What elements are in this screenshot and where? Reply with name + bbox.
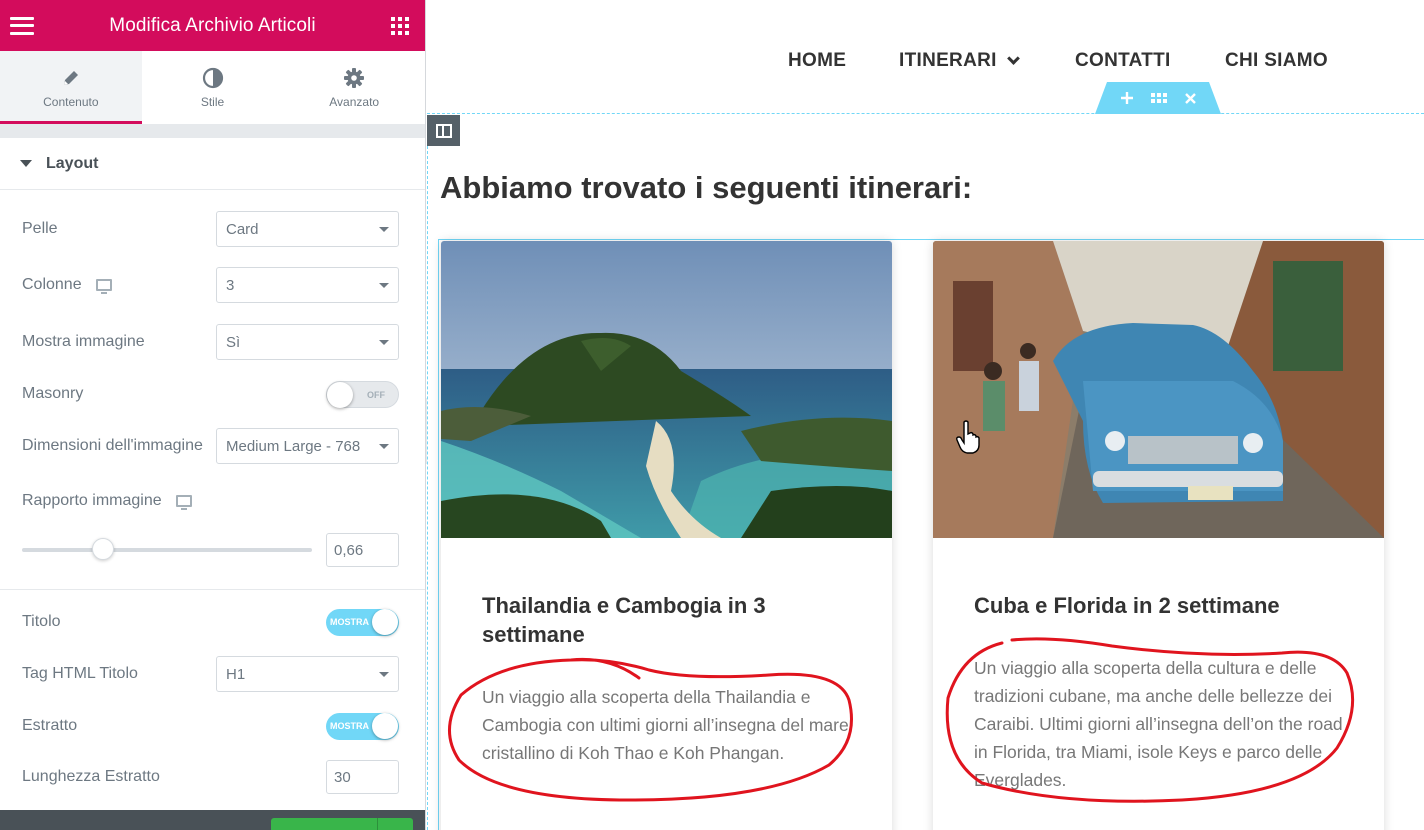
desktop-icon[interactable] (95, 279, 112, 294)
select-value: Card (226, 220, 259, 238)
add-section-icon[interactable] (1120, 92, 1133, 104)
dropdown-arrow-icon (379, 671, 389, 677)
dropdown-arrow-icon (379, 282, 389, 288)
select-value: 3 (226, 276, 235, 294)
panel-title: Modifica Archivio Articoli (109, 14, 316, 36)
masonry-switch[interactable]: OFF (326, 380, 399, 408)
menu-icon[interactable] (10, 16, 34, 35)
dimensioni-select[interactable]: Medium Large - 768 (216, 428, 399, 464)
control-titolo: Titolo MOSTRA (0, 608, 425, 636)
nav-label: ITINERARI (899, 50, 997, 71)
control-label: Rapporto immagine (22, 492, 192, 510)
post-title[interactable]: Thailandia e Cambogia in 3 settimane (482, 591, 852, 649)
control-label: Dimensioni dell'immagine (22, 437, 203, 454)
lunghezza-input[interactable]: 30 (326, 760, 399, 794)
contrast-icon (202, 67, 224, 89)
post-excerpt: Un viaggio alla scoperta della cultura e… (974, 658, 1343, 790)
post-card[interactable]: Cuba e Florida in 2 settimane Un viaggio… (933, 241, 1384, 830)
control-rapporto: Rapporto immagine (0, 489, 425, 513)
nav-itinerari[interactable]: ITINERARI (899, 50, 1020, 72)
site-header: HOME ITINERARI CONTATTI CHI SIAMO (427, 0, 1424, 114)
tab-label: Avanzato (329, 95, 380, 109)
widgets-grid-icon[interactable] (391, 16, 409, 35)
separator (0, 589, 425, 590)
gear-icon (343, 67, 365, 89)
control-label: Estratto (22, 717, 78, 734)
tab-stile[interactable]: Stile (141, 51, 284, 124)
tab-label: Stile (200, 95, 225, 109)
titolo-switch[interactable]: MOSTRA (326, 608, 399, 636)
switch-knob (372, 608, 398, 635)
update-button[interactable] (271, 818, 413, 830)
select-value: H1 (226, 665, 246, 683)
select-value: Sì (226, 333, 241, 351)
post-excerpt: Un viaggio alla scoperta della Thailandi… (482, 687, 849, 763)
dropdown-arrow-icon (379, 443, 389, 449)
dropdown-arrow-icon (379, 226, 389, 232)
post-card[interactable]: Thailandia e Cambogia in 3 settimane Un … (441, 241, 892, 830)
mostra-immagine-select[interactable]: Sì (216, 324, 399, 360)
pelle-select[interactable]: Card (216, 211, 399, 247)
panel-footer (0, 810, 425, 830)
switch-text: MOSTRA (330, 720, 369, 731)
estratto-switch[interactable]: MOSTRA (326, 712, 399, 740)
control-label: Pelle (22, 220, 58, 237)
switch-knob (327, 381, 353, 408)
rapporto-input[interactable]: 0,66 (326, 533, 399, 567)
column-icon (435, 123, 452, 138)
close-icon[interactable] (1184, 92, 1196, 104)
section-title: Layout (46, 154, 99, 172)
control-dimensioni: Dimensioni dell'immagine Medium Large - … (0, 428, 425, 464)
tag-html-select[interactable]: H1 (216, 656, 399, 692)
nav-contatti[interactable]: CONTATTI (1075, 50, 1171, 72)
control-label: Mostra immagine (22, 333, 145, 350)
control-estratto: Estratto MOSTRA (0, 712, 425, 740)
panel-tabs: Contenuto Stile Avanzato (0, 51, 425, 124)
post-title[interactable]: Cuba e Florida in 2 settimane (974, 591, 1344, 620)
column-handle[interactable] (427, 115, 460, 146)
control-masonry: Masonry OFF (0, 380, 425, 408)
rapporto-slider-row: 0,66 (22, 533, 399, 567)
dropdown-arrow-icon (379, 339, 389, 345)
control-mostra-immagine: Mostra immagine Sì (0, 324, 425, 360)
panel-divider (0, 124, 425, 138)
post-thumbnail[interactable] (441, 241, 892, 538)
nav-home[interactable]: HOME (788, 50, 846, 72)
control-lunghezza: Lunghezza Estratto 30 (0, 760, 425, 794)
control-label: Colonne (22, 276, 112, 294)
hand-cursor-icon (956, 420, 980, 454)
editor-panel: Modifica Archivio Articoli Contenuto Sti… (0, 0, 426, 830)
control-label-text: Rapporto immagine (22, 492, 162, 509)
control-label: Lunghezza Estratto (22, 768, 160, 785)
caret-down-icon (20, 160, 32, 167)
drag-handle-icon[interactable] (1150, 93, 1167, 103)
post-thumbnail[interactable] (933, 241, 1384, 538)
section-layout-toggle[interactable]: Layout (0, 138, 425, 190)
tab-label: Contenuto (43, 95, 99, 109)
chevron-down-icon (1006, 52, 1020, 65)
nav-chi-siamo[interactable]: CHI SIAMO (1225, 50, 1328, 72)
control-label: Masonry (22, 385, 84, 402)
page-heading: Abbiamo trovato i seguenti itinerari: (440, 170, 973, 205)
control-pelle: Pelle Card (0, 211, 425, 247)
rapporto-slider[interactable] (22, 538, 312, 560)
control-label: Tag HTML Titolo (22, 665, 138, 682)
desktop-icon[interactable] (175, 495, 192, 510)
switch-knob (372, 712, 398, 739)
control-label-text: Colonne (22, 276, 82, 293)
control-colonne: Colonne 3 (0, 267, 425, 303)
panel-header: Modifica Archivio Articoli (0, 0, 425, 51)
control-label: Titolo (22, 613, 61, 630)
switch-text: MOSTRA (330, 616, 369, 627)
colonne-select[interactable]: 3 (216, 267, 399, 303)
select-value: Medium Large - 768 (226, 437, 361, 455)
control-tag-html: Tag HTML Titolo H1 (0, 656, 425, 692)
pencil-icon (60, 67, 82, 89)
switch-text: OFF (367, 389, 385, 400)
tab-avanzato[interactable]: Avanzato (283, 51, 425, 124)
preview-canvas: HOME ITINERARI CONTATTI CHI SIAMO Abbiam… (427, 0, 1424, 830)
slider-thumb[interactable] (92, 538, 115, 560)
tab-contenuto[interactable]: Contenuto (0, 51, 142, 124)
section-handle (1095, 82, 1221, 114)
